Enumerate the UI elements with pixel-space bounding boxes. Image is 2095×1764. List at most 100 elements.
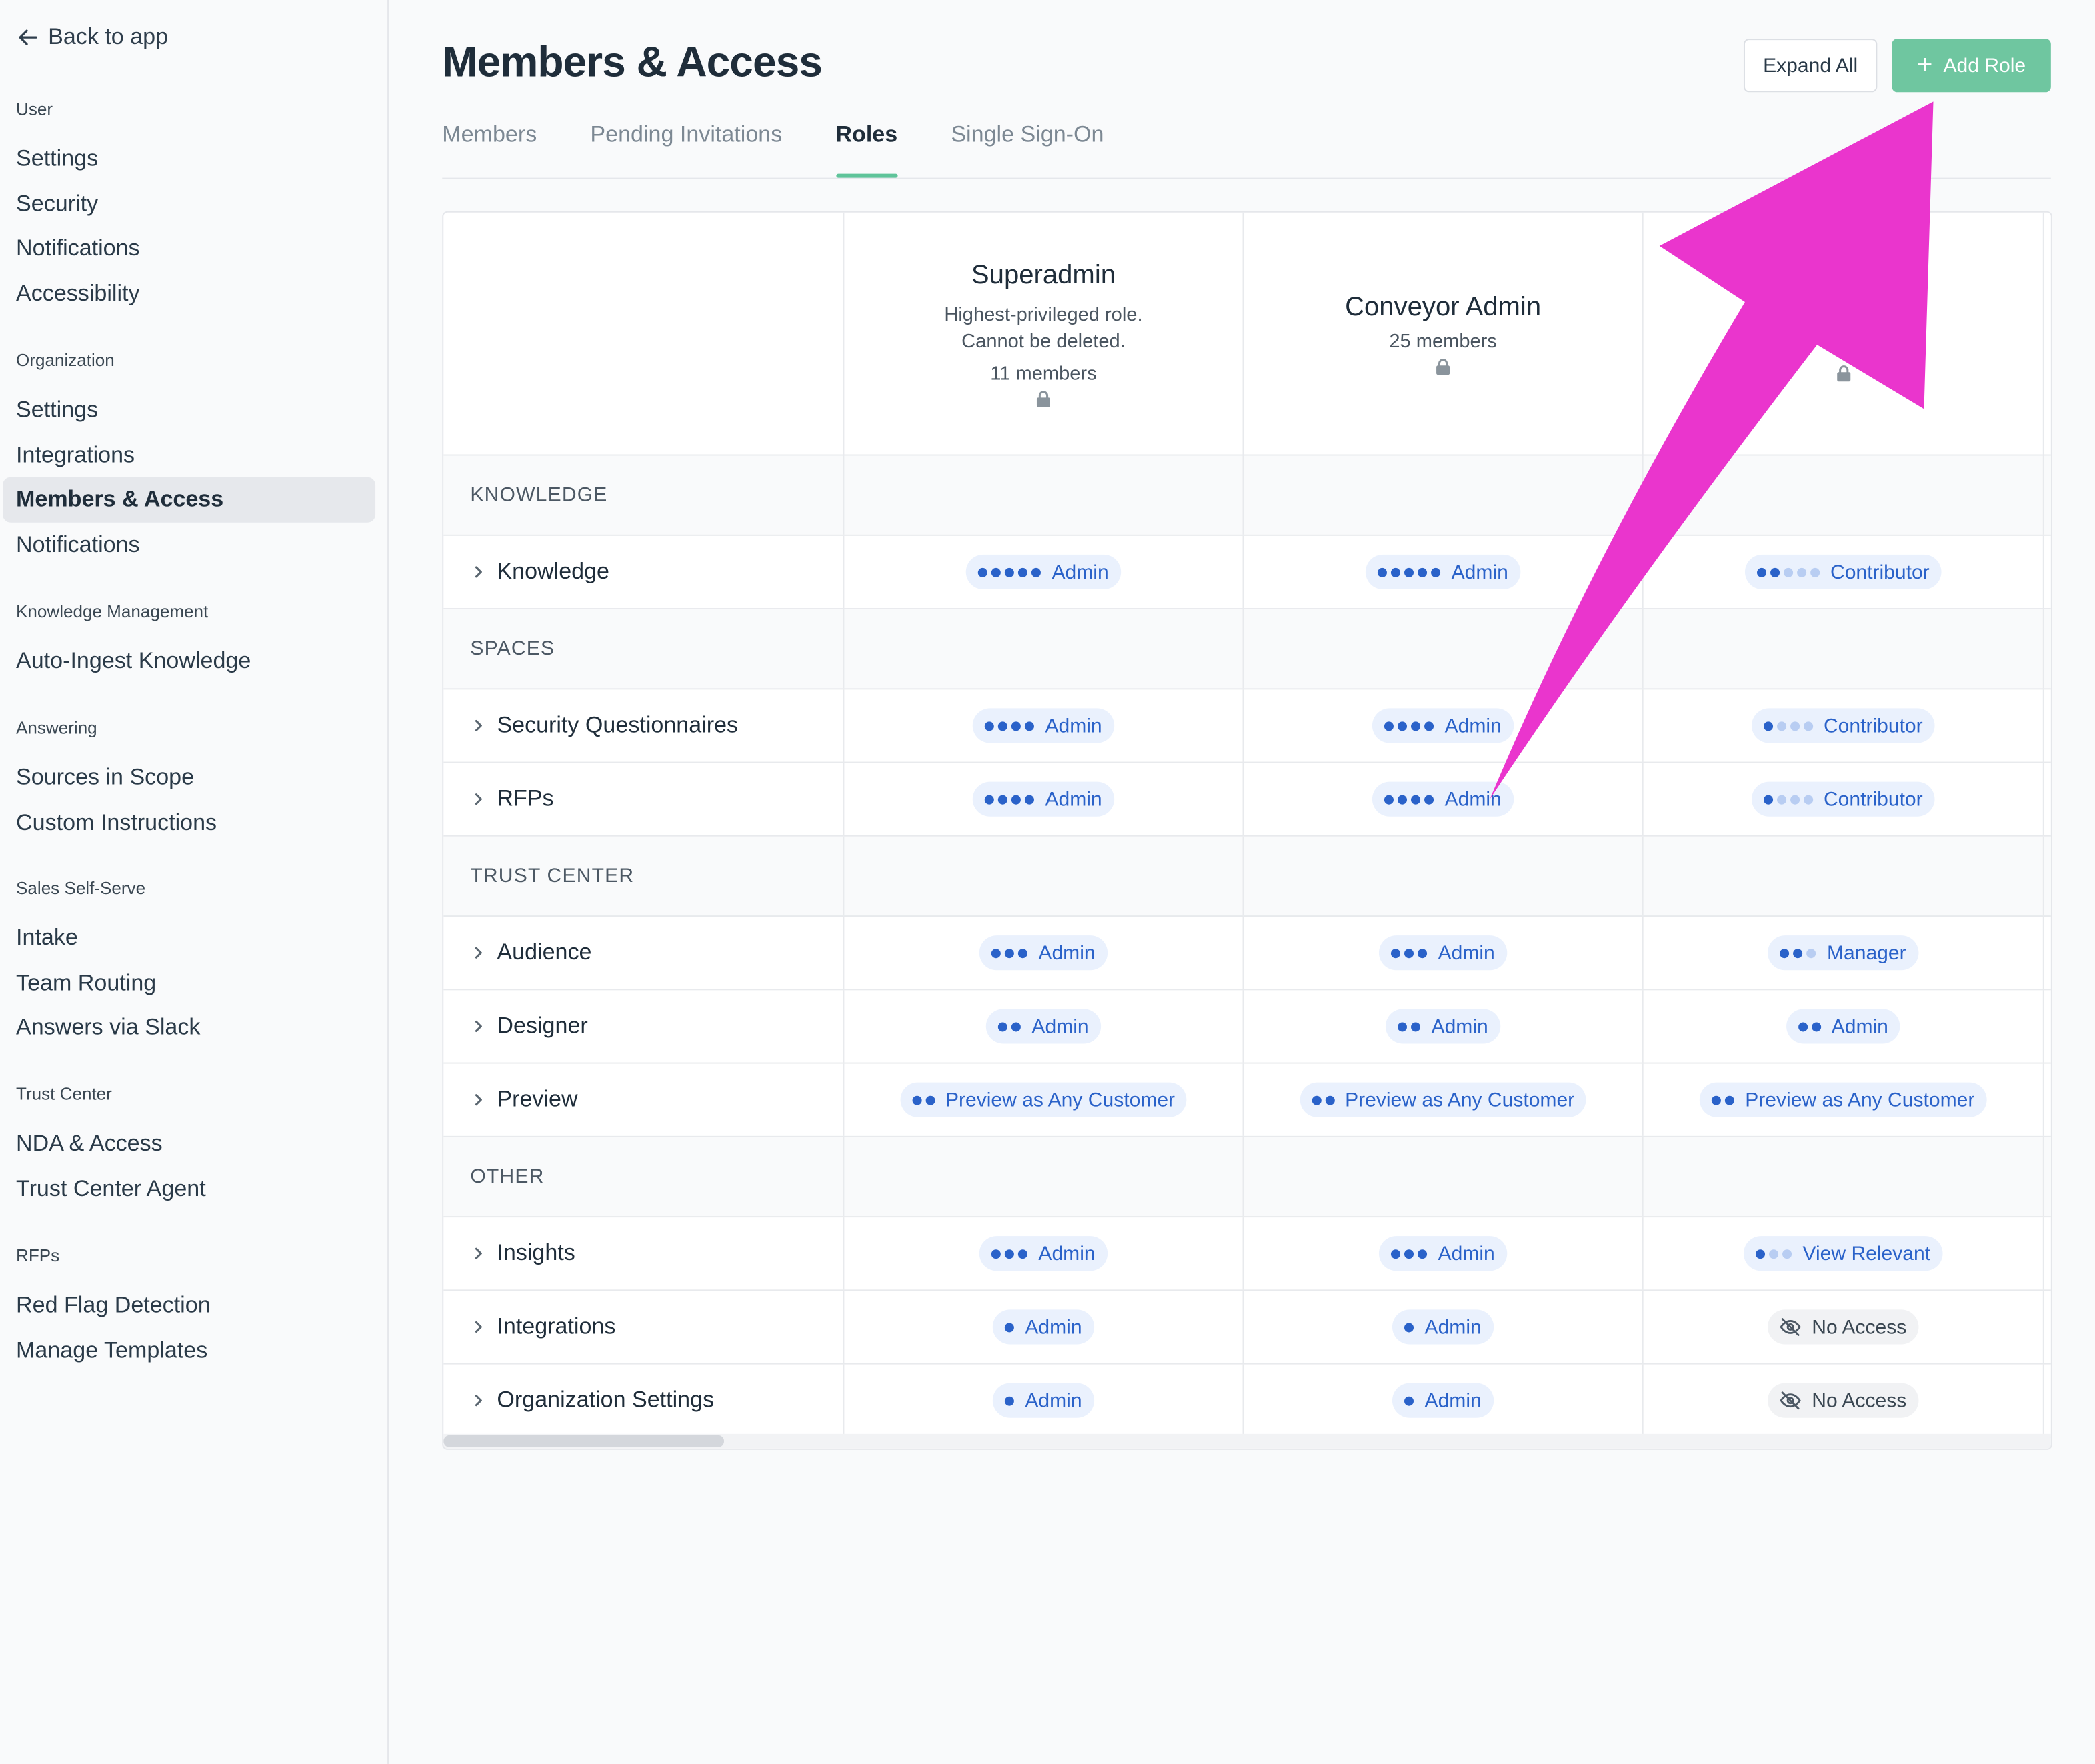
- permission-level-badge[interactable]: Manager: [1768, 935, 1918, 971]
- permission-level-badge[interactable]: Admin: [1392, 1383, 1494, 1418]
- sidebar-item-manage-templates[interactable]: Manage Templates: [3, 1327, 375, 1372]
- permission-level-label: Admin: [1438, 1242, 1495, 1265]
- permission-level-badge[interactable]: Admin: [993, 1383, 1094, 1418]
- role-description: Highest-privileged role.: [944, 304, 1143, 326]
- level-dot: [1311, 1095, 1322, 1105]
- permission-expand-toggle[interactable]: Integrations: [470, 1313, 615, 1340]
- tab-members[interactable]: Members: [442, 117, 537, 179]
- sidebar-item-settings[interactable]: Settings: [3, 387, 375, 432]
- section-empty-cell: [844, 1137, 1244, 1217]
- permission-level-dots: [1391, 1249, 1428, 1259]
- permission-label: Audience: [497, 939, 592, 965]
- sidebar-item-team-routing[interactable]: Team Routing: [3, 960, 375, 1005]
- sidebar-item-intake[interactable]: Intake: [3, 915, 375, 960]
- expand-all-button[interactable]: Expand All: [1743, 39, 1878, 93]
- sidebar-item-notifications[interactable]: Notifications: [3, 522, 375, 567]
- permission-cell: Admin: [1244, 1364, 1644, 1437]
- permission-level-badge[interactable]: Contributor: [1751, 708, 1935, 743]
- permission-cell: Manager: [1644, 917, 2044, 989]
- permission-level-badge[interactable]: Contributor: [1751, 781, 1935, 817]
- permission-level-label: Admin: [1031, 1015, 1089, 1038]
- permission-level-badge[interactable]: Admin: [1372, 781, 1514, 817]
- permission-level-badge[interactable]: Admin: [973, 781, 1114, 817]
- permission-level-label: No Access: [1812, 1315, 1907, 1339]
- level-dot: [991, 948, 1001, 958]
- permission-level-badge[interactable]: Contributor: [1744, 554, 1942, 589]
- sidebar-item-red-flag-detection[interactable]: Red Flag Detection: [3, 1283, 375, 1327]
- permission-level-badge[interactable]: Admin: [979, 935, 1108, 971]
- sidebar-item-notifications[interactable]: Notifications: [3, 226, 375, 271]
- sidebar-item-integrations[interactable]: Integrations: [3, 432, 375, 477]
- permission-cell: Admin: [1244, 1291, 1644, 1363]
- level-dot: [1384, 794, 1394, 804]
- permission-level-badge[interactable]: Admin: [979, 1236, 1108, 1271]
- level-dot: [1011, 794, 1021, 804]
- permission-level-badge[interactable]: No Access: [1768, 1383, 1919, 1418]
- permission-level-dots: [1384, 721, 1434, 731]
- permission-expand-toggle[interactable]: Designer: [470, 1013, 588, 1039]
- sidebar-section-trust-center: Trust Center NDA & Access Trust Center Age…: [0, 1080, 389, 1211]
- permission-expand-toggle[interactable]: Insights: [470, 1240, 575, 1267]
- permission-level-dots: [1005, 1322, 1015, 1332]
- permission-label-cell: Knowledge: [443, 535, 845, 609]
- sidebar-item-answers-via-slack[interactable]: Answers via Slack: [3, 1005, 375, 1049]
- tab-single-sign-on[interactable]: Single Sign-On: [951, 117, 1104, 179]
- sidebar-section-heading: Knowledge Management: [16, 601, 209, 622]
- permission-expand-toggle[interactable]: Audience: [470, 939, 591, 966]
- permission-level-badge[interactable]: Admin: [1372, 708, 1514, 743]
- permission-level-badge[interactable]: Preview as Any Customer: [1700, 1082, 1987, 1117]
- permission-level-badge[interactable]: No Access: [1768, 1309, 1919, 1345]
- sidebar-item-nda-and-access[interactable]: NDA & Access: [3, 1121, 375, 1166]
- permission-level-badge[interactable]: Admin: [1786, 1009, 1900, 1044]
- permission-level-badge[interactable]: Admin: [986, 1009, 1101, 1044]
- level-dot: [1790, 794, 1800, 804]
- level-dot: [1005, 1395, 1015, 1405]
- sidebar-item-auto-ingest-knowledge[interactable]: Auto-Ingest Knowledge: [3, 639, 375, 683]
- permission-level-badge[interactable]: Admin: [993, 1309, 1094, 1345]
- permission-expand-toggle[interactable]: RFPs: [470, 786, 554, 813]
- permission-level-badge[interactable]: Admin: [973, 708, 1114, 743]
- permission-expand-toggle[interactable]: Knowledge: [470, 559, 609, 585]
- permission-level-badge[interactable]: Admin: [1379, 1236, 1507, 1271]
- permission-level-label: Admin: [1431, 1015, 1488, 1038]
- permission-level-badge[interactable]: Preview as Any Customer: [899, 1082, 1188, 1117]
- permission-level-label: Preview as Any Customer: [1745, 1088, 1975, 1111]
- role-member-count: 25 members: [1389, 331, 1497, 353]
- sidebar-item-accessibility[interactable]: Accessibility: [3, 271, 375, 315]
- roles-table: Superadmin Highest-privileged role. Cann…: [442, 211, 2052, 1450]
- sidebar-section-heading: Organization: [16, 350, 115, 371]
- permission-level-badge[interactable]: Admin: [966, 554, 1121, 589]
- permission-level-badge[interactable]: Admin: [1379, 935, 1507, 971]
- permission-level-badge[interactable]: Preview as Any Customer: [1299, 1082, 1587, 1117]
- tab-pending-invitations[interactable]: Pending Invitations: [590, 117, 782, 179]
- level-dot: [1391, 567, 1401, 577]
- permission-level-label: Admin: [1424, 1315, 1482, 1339]
- permission-expand-toggle[interactable]: Security Questionnaires: [470, 712, 738, 739]
- sidebar-item-sources-in-scope[interactable]: Sources in Scope: [3, 755, 375, 800]
- level-dot: [1763, 794, 1773, 804]
- permission-expand-toggle[interactable]: Organization Settings: [470, 1387, 714, 1414]
- permission-label: Organization Settings: [497, 1387, 715, 1413]
- sidebar-item-members-and-access[interactable]: Members & Access: [3, 477, 376, 522]
- permission-level-dots: [1378, 567, 1441, 577]
- tab-roles[interactable]: Roles: [835, 117, 898, 179]
- sidebar-section-answering: Answering Sources in Scope Custom Instruct…: [0, 713, 389, 844]
- permission-level-badge[interactable]: View Relevant: [1744, 1236, 1943, 1271]
- permission-level-badge[interactable]: Admin: [1386, 1009, 1500, 1044]
- permission-expand-toggle[interactable]: Preview: [470, 1087, 578, 1113]
- horizontal-scrollbar[interactable]: [443, 1433, 2051, 1449]
- permission-level-dots: [1763, 721, 1813, 731]
- sidebar-item-custom-instructions[interactable]: Custom Instructions: [3, 800, 375, 845]
- sidebar-item-settings[interactable]: Settings: [3, 136, 375, 181]
- back-to-app-link[interactable]: Back to app: [17, 24, 168, 51]
- permission-level-badge[interactable]: Admin: [1366, 554, 1520, 589]
- add-role-button[interactable]: + Add Role: [1892, 39, 2051, 93]
- permission-level-dots: [1763, 794, 1813, 804]
- scrollbar-thumb[interactable]: [443, 1435, 725, 1447]
- level-dot: [1780, 948, 1790, 958]
- permission-level-badge[interactable]: Admin: [1392, 1309, 1494, 1345]
- permission-cell: No Access: [1644, 1364, 2044, 1437]
- permission-level-dots: [1005, 1395, 1015, 1405]
- sidebar-item-trust-center-agent[interactable]: Trust Center Agent: [3, 1166, 375, 1211]
- sidebar-item-security[interactable]: Security: [3, 181, 375, 226]
